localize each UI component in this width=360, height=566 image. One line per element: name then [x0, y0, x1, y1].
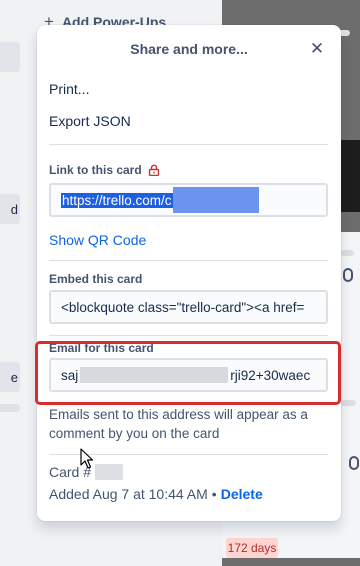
close-button[interactable]: ✕: [307, 39, 327, 59]
divider: [49, 260, 328, 261]
attachment-icon: [343, 268, 353, 282]
card-text-line: [340, 400, 356, 406]
embed-code-field[interactable]: [49, 290, 328, 324]
export-json-menu-item[interactable]: Export JSON: [49, 113, 131, 129]
card-email-field[interactable]: saj rji92+30waec: [49, 358, 328, 392]
popover-title: Share and more...: [130, 41, 248, 57]
embed-section-label: Embed this card: [49, 272, 143, 286]
card-added-info: Added Aug 7 at 10:44 AM • Delete: [49, 486, 263, 502]
embed-code-input[interactable]: [61, 299, 316, 315]
share-popover: Share and more... ✕ Print... Export JSON…: [37, 25, 341, 521]
card-link-url: https://trello.com/c: [61, 192, 173, 208]
card-email-value: saj rji92+30waec: [61, 367, 311, 383]
sidebar-chip[interactable]: d: [0, 194, 20, 224]
card-number: Card #: [49, 464, 124, 480]
redacted-text: [80, 367, 229, 383]
sidebar-chip[interactable]: [0, 42, 20, 72]
lock-icon: [148, 164, 159, 176]
delete-card-link[interactable]: Delete: [221, 486, 263, 502]
sidebar-chip[interactable]: e: [0, 362, 20, 392]
attachment-icon: [349, 456, 359, 470]
divider: [0, 404, 20, 412]
redacted-text: [95, 464, 124, 480]
card-link-field[interactable]: https://trello.com/c: [49, 183, 328, 217]
added-date-text: Added Aug 7 at 10:44 AM: [49, 486, 208, 502]
divider: [49, 454, 328, 455]
redacted-text: [172, 187, 259, 213]
divider: [49, 144, 328, 145]
popover-header: Share and more...: [37, 25, 341, 73]
card-text-line: [340, 250, 354, 256]
separator-dot: •: [211, 486, 217, 502]
show-qr-code-link[interactable]: Show QR Code: [49, 232, 146, 248]
print-menu-item[interactable]: Print...: [49, 81, 89, 97]
email-hint-text: Emails sent to this address will appear …: [49, 407, 308, 441]
due-date-badge: 172 days: [226, 538, 278, 558]
close-icon: ✕: [309, 39, 325, 58]
link-section-label: Link to this card: [49, 163, 160, 177]
email-section-label: Email for this card: [49, 341, 154, 355]
divider: [49, 335, 328, 336]
